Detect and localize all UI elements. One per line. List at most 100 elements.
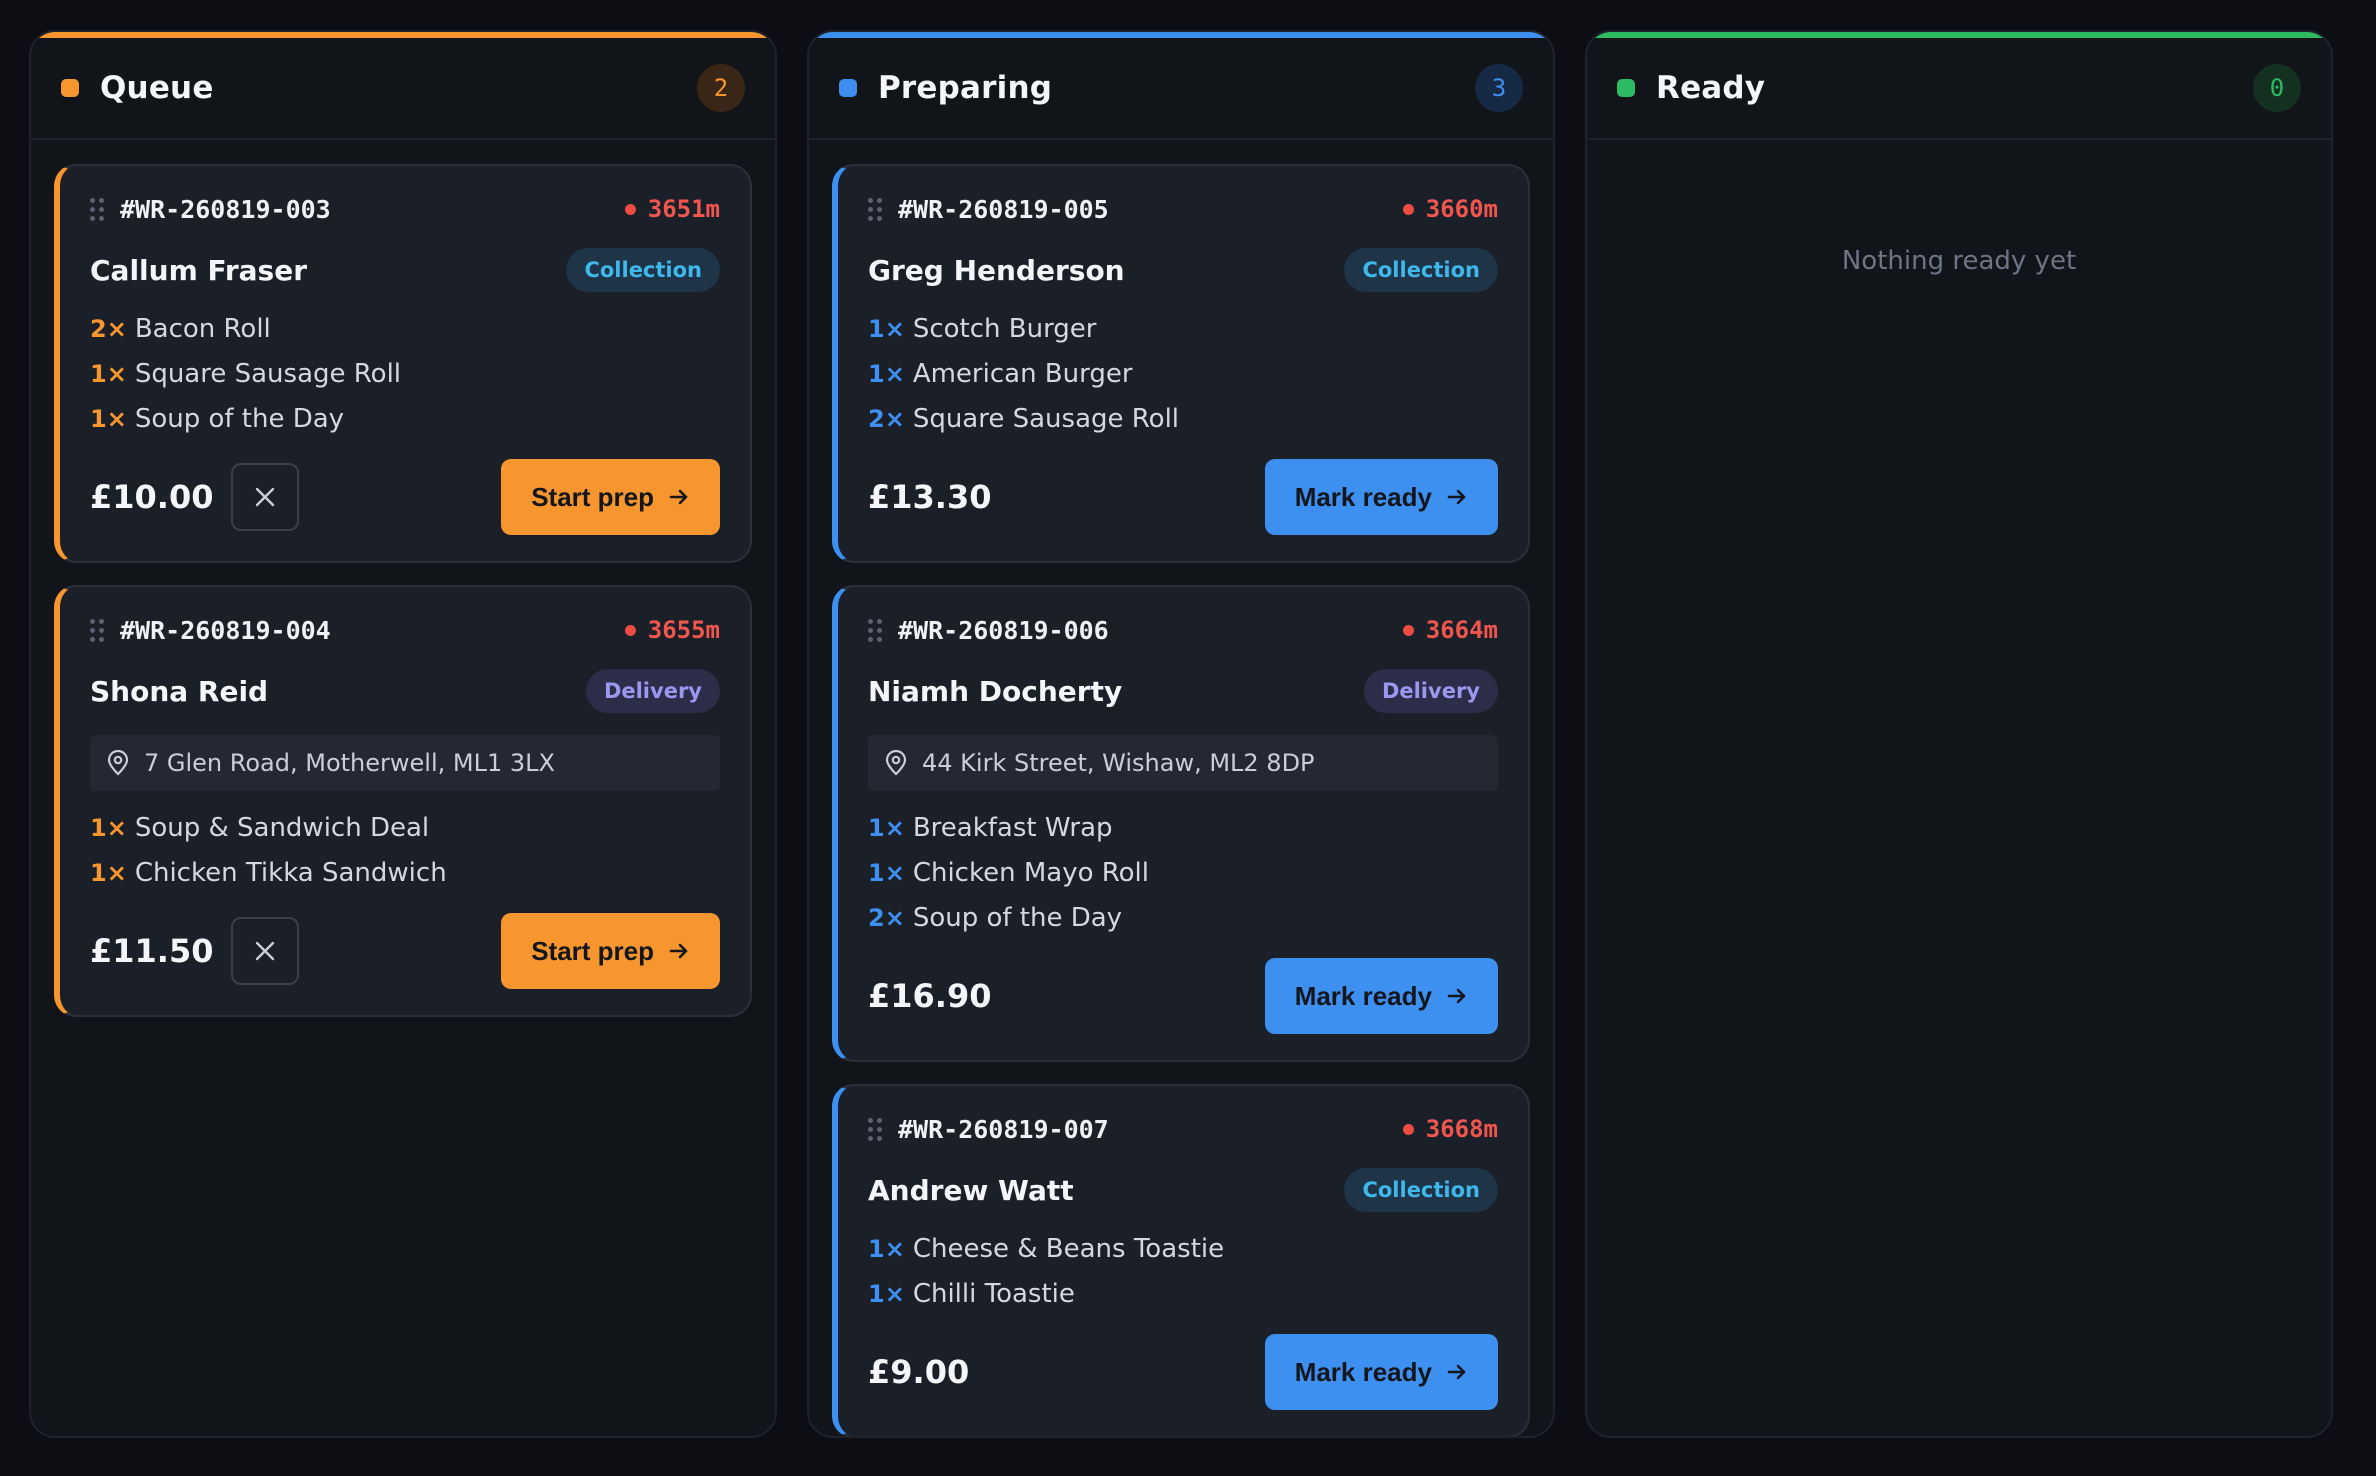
start-prep-button[interactable]: Start prep [501,459,720,535]
delivery-address: 44 Kirk Street, Wishaw, ML2 8DP [868,735,1498,791]
list-item: 1× Scotch Burger [868,312,1498,345]
item-qty: 1× [90,813,127,842]
item-qty: 1× [868,359,905,388]
card-list: #WR-260819-003 3651m Callum Fraser Colle… [31,140,775,1017]
timer-dot-icon [624,624,636,636]
order-type-badge: Delivery [1363,669,1498,713]
item-list: 2× Bacon Roll 1× Square Sausage Roll 1× Sou… [90,312,720,435]
mark-ready-button[interactable]: Mark ready [1264,958,1498,1034]
timer-value: 3664m [1425,616,1498,644]
card-footer: £10.00 Start prep [90,459,720,535]
drag-handle-icon[interactable] [868,196,882,222]
order-id-group: #WR-260819-003 [90,195,331,224]
drag-handle-icon[interactable] [90,196,104,222]
column-header: Preparing 3 [809,32,1553,140]
status-dot-icon [61,79,79,97]
card-footer: £9.00 Mark ready [868,1334,1498,1410]
footer-left: £10.00 [90,463,300,531]
order-price: £13.30 [868,478,992,516]
list-item: 2× Bacon Roll [90,312,720,345]
order-id: #WR-260819-006 [898,615,1109,645]
action-label: Mark ready [1294,980,1432,1011]
list-item: 1× Chicken Tikka Sandwich [90,856,720,889]
column-title: Preparing [878,70,1053,106]
card-footer: £11.50 Start prep [90,913,720,989]
list-item: 1× Cheese & Beans Toastie [868,1232,1498,1265]
timer-dot-icon [1402,203,1414,215]
count-badge: 3 [1475,64,1523,112]
item-name: Soup of the Day [912,902,1123,933]
order-card[interactable]: #WR-260819-005 3660m Greg Henderson Coll… [832,164,1530,563]
order-timer: 3651m [624,195,720,223]
item-list: 1× Soup & Sandwich Deal 1× Chicken Tikka S… [90,811,720,889]
card-top: #WR-260819-005 3660m [868,192,1498,226]
list-item: 1× Soup & Sandwich Deal [90,811,720,844]
item-name: Chicken Tikka Sandwich [134,857,447,888]
item-name: Chilli Toastie [912,1278,1075,1309]
footer-left: £16.90 [868,977,991,1015]
mark-ready-button[interactable]: Mark ready [1264,459,1498,535]
arrow-right-icon [1447,1364,1466,1380]
item-qty: 1× [868,1279,905,1308]
address-text: 44 Kirk Street, Wishaw, ML2 8DP [922,749,1315,777]
drag-handle-icon[interactable] [868,1116,882,1142]
card-top: #WR-260819-006 3664m [868,613,1498,647]
cancel-order-button[interactable] [231,917,300,985]
card-footer: £13.30 Mark ready [868,459,1498,535]
order-type-badge: Collection [566,248,720,292]
customer-name: Callum Fraser [90,253,307,287]
order-timer: 3664m [1402,616,1498,644]
item-qty: 1× [868,858,905,887]
order-card[interactable]: #WR-260819-004 3655m Shona Reid Delivery… [54,585,752,1017]
list-item: 1× Chicken Mayo Roll [868,856,1498,889]
item-name: Square Sausage Roll [134,358,402,389]
delivery-address: 7 Glen Road, Motherwell, ML1 3LX [90,735,720,791]
action-label: Start prep [531,935,654,966]
close-icon [256,487,275,507]
order-timer: 3660m [1402,195,1498,223]
order-type-badge: Collection [1344,1168,1498,1212]
map-pin-icon [885,750,907,776]
mark-ready-button[interactable]: Mark ready [1264,1334,1498,1410]
footer-left: £11.50 [90,917,300,985]
cancel-order-button[interactable] [231,463,300,531]
order-type-badge: Delivery [585,669,720,713]
customer-name: Andrew Watt [868,1173,1074,1207]
item-list: 1× Breakfast Wrap 1× Chicken Mayo Roll 2× S… [868,811,1498,934]
order-price: £10.00 [90,478,214,516]
item-qty: 2× [90,314,127,343]
footer-left: £9.00 [868,1353,969,1391]
order-card[interactable]: #WR-260819-006 3664m Niamh Docherty Deli… [832,585,1530,1062]
card-top: #WR-260819-004 3655m [90,613,720,647]
item-list: 1× Cheese & Beans Toastie 1× Chilli Toasti… [868,1232,1498,1310]
customer-row: Niamh Docherty Delivery [868,669,1498,713]
order-id: #WR-260819-004 [120,615,331,645]
order-timer: 3655m [624,616,720,644]
empty-state: Nothing ready yet [1841,246,2077,276]
item-qty: 1× [868,1234,905,1263]
drag-handle-icon[interactable] [90,617,104,643]
action-label: Mark ready [1294,481,1432,512]
list-item: 2× Soup of the Day [868,901,1498,934]
item-qty: 2× [868,903,905,932]
timer-value: 3660m [1425,195,1498,223]
card-top: #WR-260819-003 3651m [90,192,720,226]
list-item: 1× Chilli Toastie [868,1277,1498,1310]
column-queue: Queue 2 #WR-260819-003 3651m Callum Fras… [29,30,777,1438]
card-top: #WR-260819-007 3668m [868,1112,1498,1146]
map-pin-icon [107,750,129,776]
order-price: £11.50 [90,932,214,970]
order-card[interactable]: #WR-260819-003 3651m Callum Fraser Colle… [54,164,752,563]
item-qty: 1× [868,813,905,842]
customer-row: Shona Reid Delivery [90,669,720,713]
drag-handle-icon[interactable] [868,617,882,643]
list-item: 1× Square Sausage Roll [90,357,720,390]
column-title: Ready [1656,70,1766,106]
address-text: 7 Glen Road, Motherwell, ML1 3LX [144,749,555,777]
arrow-right-icon [1447,489,1466,505]
status-dot-icon [1617,79,1635,97]
order-card[interactable]: #WR-260819-007 3668m Andrew Watt Collect… [832,1084,1530,1436]
order-id-group: #WR-260819-004 [90,616,331,645]
start-prep-button[interactable]: Start prep [501,913,720,989]
column-header: Queue 2 [31,32,775,140]
